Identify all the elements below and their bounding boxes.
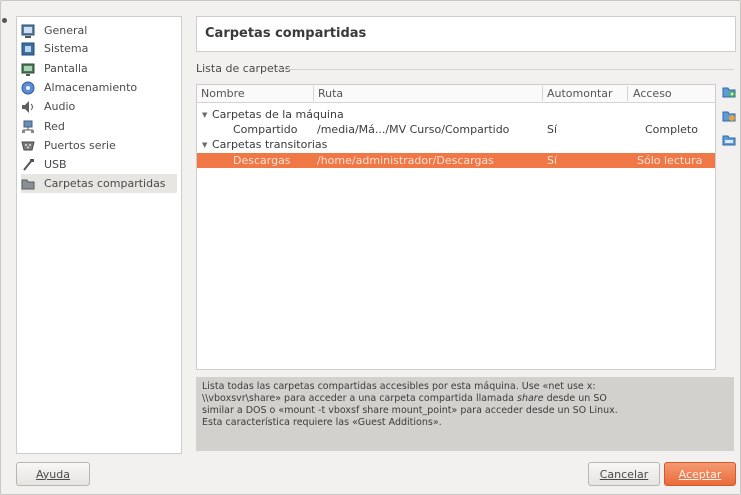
add-folder-button[interactable]	[722, 86, 736, 100]
column-header-acceso[interactable]: Acceso	[633, 87, 672, 100]
chip-icon	[21, 42, 35, 56]
info-panel: Lista todas las carpetas compartidas acc…	[196, 377, 734, 451]
page-title: Carpetas compartidas	[205, 26, 367, 41]
sidebar-item-label: Audio	[44, 100, 76, 113]
add-folder-icon	[722, 85, 736, 102]
info-line-2-end: desde un SO	[543, 393, 607, 404]
help-button-label: Ayuda	[36, 467, 70, 481]
sidebar-item-label: Red	[44, 120, 65, 133]
sidebar-item-label: Almacenamiento	[44, 81, 138, 94]
group-name: Carpetas transitorias	[212, 138, 328, 151]
accept-button-label: Aceptar	[678, 467, 722, 481]
cell-auto: Sí	[547, 123, 558, 136]
cell-path: /home/administrador/Descargas	[317, 154, 494, 167]
usb-icon	[21, 158, 35, 172]
sidebar-item-audio[interactable]: Audio	[21, 97, 177, 116]
sidebar-item-label: General	[44, 24, 88, 37]
cell-path: /media/Má.../MV Curso/Compartido	[317, 123, 510, 136]
group-divider	[276, 69, 734, 70]
cell-access: Completo	[645, 123, 698, 136]
group-name: Carpetas de la máquina	[212, 108, 344, 121]
expand-triangle-icon[interactable]: ▼	[202, 108, 207, 123]
cell-name: Descargas	[233, 154, 291, 167]
remove-folder-icon	[722, 133, 736, 150]
sidebar-item-usb[interactable]: USB	[21, 155, 177, 174]
sidebar-item-sistema[interactable]: Sistema	[21, 39, 177, 58]
column-header-automontar[interactable]: Automontar	[547, 87, 613, 100]
sidebar-item-label: Carpetas compartidas	[44, 177, 166, 190]
monitor-icon	[21, 24, 35, 38]
sidebar-item-label: Puertos serie	[44, 139, 116, 152]
bullet-dot	[2, 18, 7, 23]
expand-triangle-icon[interactable]: ▼	[202, 138, 207, 153]
shared-folders-table[interactable]: Nombre Ruta Automontar Acceso ▼ Carpetas…	[196, 84, 716, 370]
info-line-2: \\vboxsvr\share» para acceder a una carp…	[202, 393, 517, 404]
cancel-button[interactable]: Cancelar	[588, 462, 660, 486]
edit-folder-icon	[722, 109, 736, 126]
column-header-nombre[interactable]: Nombre	[201, 87, 245, 100]
column-separator	[627, 86, 628, 101]
sidebar-item-label: Pantalla	[44, 62, 88, 75]
column-header-ruta[interactable]: Ruta	[318, 87, 343, 100]
sidebar-item-pantalla[interactable]: Pantalla	[21, 59, 177, 78]
disk-icon	[21, 81, 35, 95]
column-separator	[313, 86, 314, 101]
table-header: Nombre Ruta Automontar Acceso	[197, 85, 715, 103]
speaker-icon	[21, 100, 35, 114]
column-separator	[542, 86, 543, 101]
table-group-row[interactable]: ▼ Carpetas de la máquina	[197, 107, 715, 122]
cell-access: Sólo lectura	[637, 154, 703, 167]
table-row-selected[interactable]: Descargas /home/administrador/Descargas …	[197, 153, 715, 168]
sidebar-item-label: USB	[44, 158, 67, 171]
sidebar-item-red[interactable]: Red	[21, 117, 177, 136]
settings-sidebar: General Sistema Pantalla Almacenamiento …	[16, 16, 182, 454]
info-text: Lista todas las carpetas compartidas acc…	[202, 381, 728, 429]
sidebar-item-puertos-serie[interactable]: Puertos serie	[21, 136, 177, 155]
page-header: Carpetas compartidas	[196, 16, 736, 52]
table-group-row[interactable]: ▼ Carpetas transitorias	[197, 137, 715, 152]
network-icon	[21, 120, 35, 134]
info-line-1: Lista todas las carpetas compartidas acc…	[202, 381, 596, 392]
serial-port-icon	[21, 139, 35, 153]
edit-folder-button[interactable]	[722, 110, 736, 124]
cancel-button-label: Cancelar	[599, 467, 649, 481]
info-line-4: Esta característica requiere las «Guest …	[202, 417, 442, 428]
remove-folder-button[interactable]	[722, 134, 736, 148]
cell-name: Compartido	[233, 123, 298, 136]
info-line-3: similar a DOS o «mount -t vboxsf share m…	[202, 405, 618, 416]
sidebar-item-label: Sistema	[44, 42, 89, 55]
table-row[interactable]: Compartido /media/Má.../MV Curso/Compart…	[197, 122, 715, 137]
cell-auto: Sí	[547, 154, 558, 167]
folder-icon	[21, 177, 35, 191]
accept-button[interactable]: Aceptar	[664, 462, 736, 486]
sidebar-item-general[interactable]: General	[21, 21, 177, 40]
sidebar-item-almacenamiento[interactable]: Almacenamiento	[21, 78, 177, 97]
help-button[interactable]: Ayuda	[16, 462, 90, 486]
display-icon	[21, 62, 35, 76]
sidebar-item-carpetas-compartidas[interactable]: Carpetas compartidas	[21, 174, 177, 193]
info-line-2-italic: share	[517, 393, 544, 404]
